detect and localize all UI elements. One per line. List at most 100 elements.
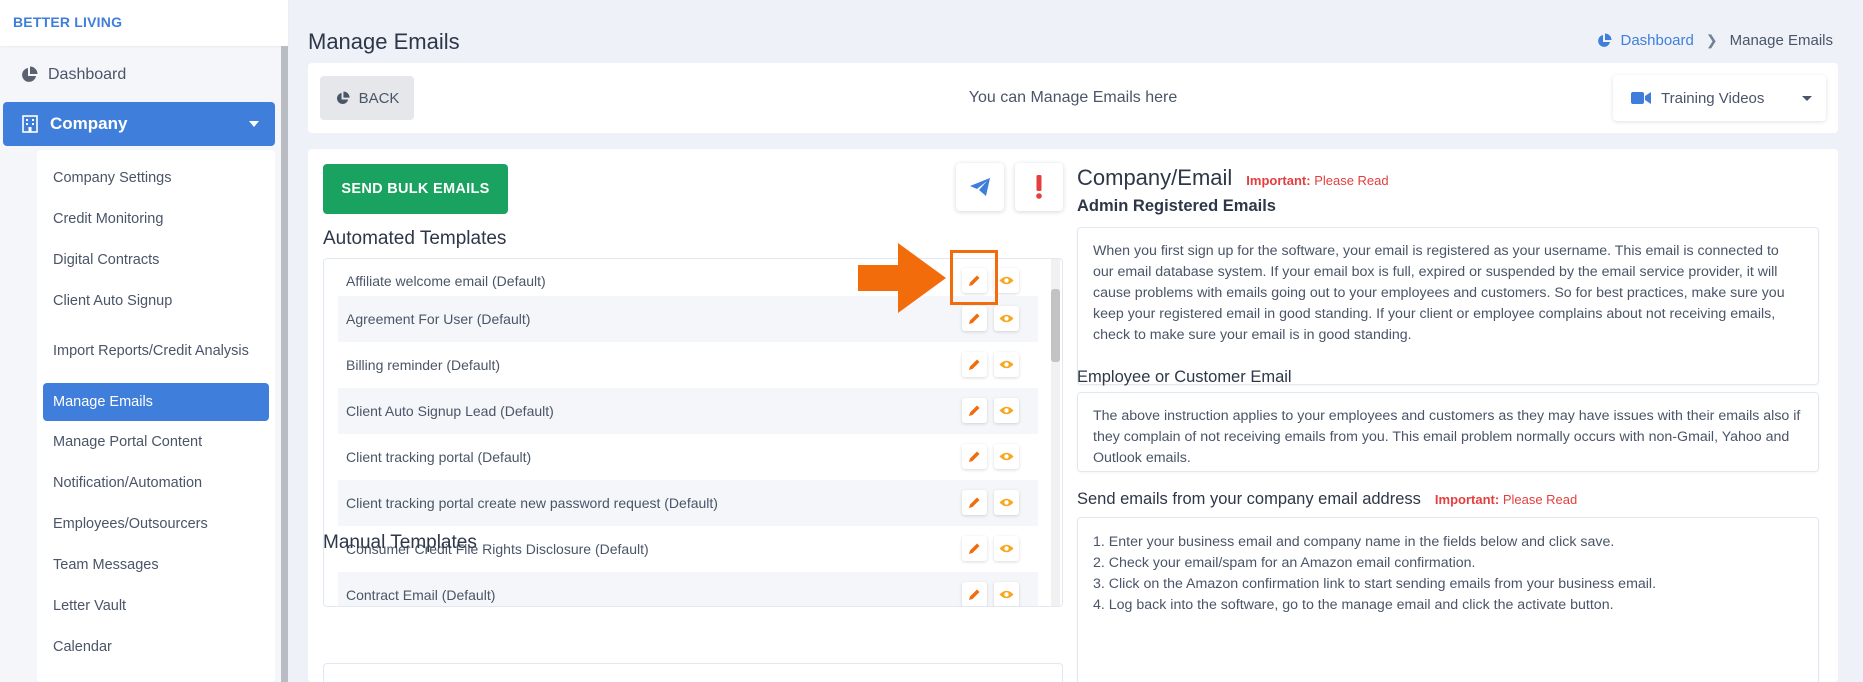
employee-email-info: The above instruction applies to your em… <box>1077 392 1819 472</box>
send-emails-title: Send emails from your company email addr… <box>1077 490 1421 508</box>
send-test-button[interactable] <box>956 163 1004 211</box>
important-label: Important: <box>1434 492 1500 507</box>
company-email-title: Company/Email <box>1077 165 1233 190</box>
manual-templates-list <box>323 663 1063 682</box>
table-row: Client Auto Signup Lead (Default) <box>338 388 1038 434</box>
list-item: 2. Check your email/spam for an Amazon e… <box>1093 555 1476 571</box>
list-item: 3. Click on the Amazon confirmation link… <box>1093 576 1657 592</box>
video-camera-icon <box>1631 92 1651 104</box>
eye-icon <box>999 360 1014 369</box>
sidebar-item-team-messages[interactable]: Team Messages <box>43 551 269 579</box>
employee-email-title: Employee or Customer Email <box>1077 368 1292 386</box>
pencil-icon <box>969 405 980 416</box>
building-icon <box>22 115 38 133</box>
page-title: Manage Emails <box>308 29 460 54</box>
sidebar-item-company[interactable]: Company <box>3 102 275 146</box>
email-management-card: SEND BULK EMAILS Automated Templates Aff… <box>308 149 1838 682</box>
sidebar-item-digital-contracts[interactable]: Digital Contracts <box>43 246 269 274</box>
pie-chart-icon <box>22 66 38 82</box>
company-submenu: Company Settings Credit Monitoring Digit… <box>37 150 275 682</box>
brand-logo[interactable]: BETTER LIVING <box>0 0 288 46</box>
sidebar-item-notification-automation[interactable]: Notification/Automation <box>43 469 269 497</box>
eye-icon <box>999 498 1014 507</box>
view-template-button[interactable] <box>994 444 1019 469</box>
training-videos-dropdown[interactable]: Training Videos <box>1613 75 1826 121</box>
template-name: Agreement For User (Default) <box>346 311 531 327</box>
sidebar-item-credit-monitoring[interactable]: Credit Monitoring <box>43 205 269 233</box>
eye-icon <box>999 590 1014 599</box>
view-template-button[interactable] <box>994 582 1019 606</box>
view-template-button[interactable] <box>994 536 1019 561</box>
sidebar-scrollbar[interactable] <box>281 46 288 682</box>
eye-icon <box>999 276 1014 285</box>
view-template-button[interactable] <box>994 398 1019 423</box>
automated-templates-title: Automated Templates <box>323 228 507 249</box>
edit-template-button[interactable] <box>962 444 987 469</box>
paper-plane-icon <box>970 178 990 196</box>
edit-template-button[interactable] <box>962 490 987 515</box>
sidebar-item-letter-vault[interactable]: Letter Vault <box>43 592 269 620</box>
pencil-icon <box>969 589 980 600</box>
sidebar-item-manage-portal-content[interactable]: Manage Portal Content <box>43 428 269 456</box>
breadcrumb: Dashboard ❯ Manage Emails <box>1596 32 1833 49</box>
eye-icon <box>999 314 1014 323</box>
pencil-icon <box>969 451 980 462</box>
manual-templates-title: Manual Templates <box>323 532 477 553</box>
edit-template-button[interactable] <box>962 352 987 377</box>
list-item: 1. Enter your business email and company… <box>1093 534 1615 550</box>
breadcrumb-current: Manage Emails <box>1729 32 1833 49</box>
template-name: Client Auto Signup Lead (Default) <box>346 403 554 419</box>
breadcrumb-dashboard-link[interactable]: Dashboard <box>1596 32 1694 49</box>
eye-icon <box>999 544 1014 553</box>
view-template-button[interactable] <box>994 490 1019 515</box>
automated-templates-list: Affiliate welcome email (Default) Agreem… <box>323 258 1063 607</box>
view-template-button[interactable] <box>994 352 1019 377</box>
sidebar-item-dashboard[interactable]: Dashboard <box>0 56 280 94</box>
important-label: Important: <box>1246 173 1311 188</box>
sidebar-item-import-reports[interactable]: Import Reports/Credit Analysis <box>43 328 269 374</box>
training-videos-label: Training Videos <box>1661 89 1765 107</box>
template-name: Billing reminder (Default) <box>346 357 501 373</box>
pointer-arrow-icon <box>858 243 946 313</box>
alert-button[interactable] <box>1015 163 1063 211</box>
send-bulk-emails-button[interactable]: SEND BULK EMAILS <box>323 164 508 214</box>
sidebar-item-manage-emails[interactable]: Manage Emails <box>43 383 269 421</box>
sidebar-item-label: Dashboard <box>48 66 127 83</box>
eye-icon <box>999 406 1014 415</box>
sidebar-item-company-settings[interactable]: Company Settings <box>43 164 269 192</box>
view-template-button[interactable] <box>994 306 1019 331</box>
table-row: Billing reminder (Default) <box>338 342 1038 388</box>
edit-template-button[interactable] <box>962 582 987 606</box>
templates-scrollbar-thumb[interactable] <box>1051 289 1060 362</box>
pie-chart-icon <box>1598 33 1612 47</box>
edit-template-button[interactable] <box>962 306 987 331</box>
edit-template-button[interactable] <box>962 398 987 423</box>
edit-template-button[interactable] <box>962 536 987 561</box>
chevron-down-icon <box>1802 96 1812 101</box>
sidebar: BETTER LIVING Dashboard Company Company … <box>0 0 288 682</box>
table-row: Client tracking portal (Default) <box>338 434 1038 480</box>
template-name: Client tracking portal create new passwo… <box>346 495 718 511</box>
template-name: Affiliate welcome email (Default) <box>346 273 546 289</box>
edit-highlight-box <box>950 250 998 305</box>
pencil-icon <box>969 359 980 370</box>
template-name: Contract Email (Default) <box>346 587 496 603</box>
chevron-down-icon <box>249 121 259 127</box>
pencil-icon <box>969 543 980 554</box>
breadcrumb-label: Dashboard <box>1620 32 1694 49</box>
important-notice[interactable]: Important: Please Read <box>1435 492 1577 507</box>
table-row: Client tracking portal create new passwo… <box>338 480 1038 526</box>
eye-icon <box>999 452 1014 461</box>
list-item: 4. Log back into the software, go to the… <box>1093 597 1614 613</box>
send-emails-instructions: 1. Enter your business email and company… <box>1077 517 1819 682</box>
table-row: Contract Email (Default) <box>338 572 1038 606</box>
sidebar-item-client-auto-signup[interactable]: Client Auto Signup <box>43 287 269 315</box>
action-bar: BACK You can Manage Emails here Training… <box>308 63 1838 133</box>
sidebar-item-calendar[interactable]: Calendar <box>43 633 269 661</box>
admin-emails-title: Admin Registered Emails <box>1077 197 1276 215</box>
important-notice[interactable]: Important: Please Read <box>1246 173 1388 188</box>
topbar-message: You can Manage Emails here <box>968 89 1178 106</box>
chevron-right-icon: ❯ <box>1705 32 1718 48</box>
sidebar-item-employees-outsourcers[interactable]: Employees/Outsourcers <box>43 510 269 538</box>
pencil-icon <box>969 497 980 508</box>
